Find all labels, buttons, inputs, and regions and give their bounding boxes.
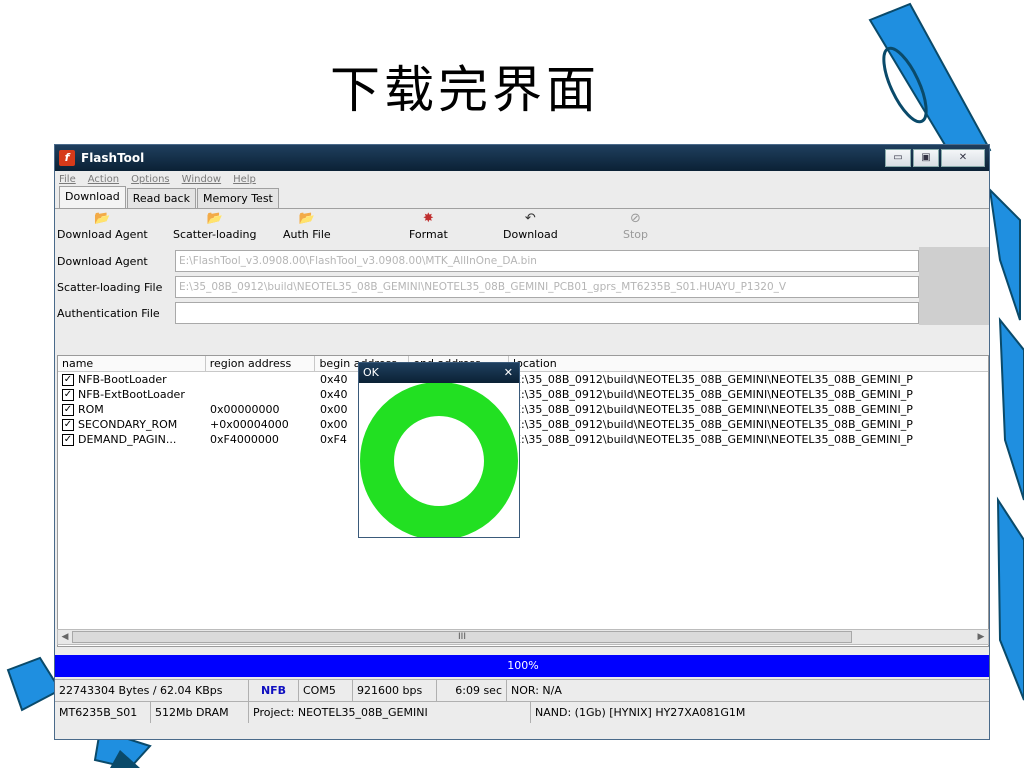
tab-download[interactable]: Download [59,186,126,208]
tab-memory-test[interactable]: Memory Test [196,188,279,208]
scroll-right-icon[interactable]: ▶ [974,630,988,644]
format-button[interactable]: ✸ Format [409,211,448,241]
open-folder-icon: 📂 [94,211,111,226]
checkbox-checked-icon[interactable]: ✓ [62,389,74,401]
menu-window[interactable]: Window [182,174,221,185]
progress-bar: 100% [55,655,989,677]
download-agent-field-label: Download Agent [57,254,148,268]
list-item[interactable]: ✓ SECONDARY_ROM +0x00004000 0x00 E:\35_08… [58,417,988,432]
item-region: 0x00000000 [210,403,280,416]
ok-dialog-titlebar[interactable]: OK ✕ [359,363,519,383]
auth-file-label: Auth File [283,228,331,241]
horizontal-scrollbar[interactable]: ◀ III ▶ [57,629,989,645]
toolbar: 📂 Download Agent 📂 Scatter-loading 📂 Aut… [55,209,989,247]
authentication-row: Authentication File [55,301,919,325]
checkbox-checked-icon[interactable]: ✓ [62,374,74,386]
column-location[interactable]: location [509,356,988,371]
item-name: NFB-BootLoader [78,373,167,386]
status-nand: NAND: (1Gb) [HYNIX] HY27XA081G1M [531,701,989,723]
status-bar-top: 22743304 Bytes / 62.04 KBps NFB COM5 921… [55,679,989,701]
stop-label: Stop [623,228,649,241]
status-project: Project: NEOTEL35_08B_GEMINI [249,701,531,723]
checkbox-checked-icon[interactable]: ✓ [62,419,74,431]
open-folder-icon: 📂 [298,211,315,226]
authentication-field-label: Authentication File [57,306,160,320]
tab-read-back[interactable]: Read back [126,188,196,208]
item-location: E:\35_08B_0912\build\NEOTEL35_08B_GEMINI… [514,433,913,446]
menu-options[interactable]: Options [131,174,170,185]
item-location: E:\35_08B_0912\build\NEOTEL35_08B_GEMINI… [514,373,913,386]
download-label: Download [503,228,558,241]
download-agent-button[interactable]: 📂 Download Agent [57,211,148,241]
scatter-loading-field[interactable]: E:\35_08B_0912\build\NEOTEL35_08B_GEMINI… [175,276,919,298]
download-button[interactable]: ↶ Download [503,211,558,241]
success-ring-icon [360,382,518,540]
item-location: E:\35_08B_0912\build\NEOTEL35_08B_GEMINI… [514,403,913,416]
list-item[interactable]: ✓ ROM 0x00000000 0x00 E:\35_08B_0912\buil… [58,402,988,417]
list-item[interactable]: ✓ NFB-BootLoader 0x40 E:\35_08B_0912\buil… [58,372,988,387]
list-header: name region address begin address end ad… [58,356,988,372]
menubar: File Action Options Window Help [55,171,989,187]
file-fields: Download Agent E:\FlashTool_v3.0908.00\F… [55,247,989,325]
menu-help[interactable]: Help [233,174,256,185]
item-name: SECONDARY_ROM [78,418,178,431]
item-name: NFB-ExtBootLoader [78,388,185,401]
item-region: 0xF4000000 [210,433,279,446]
checkbox-checked-icon[interactable]: ✓ [62,434,74,446]
flashtool-app-icon: f [59,150,75,166]
flashtool-window: f FlashTool ▭ ▣ ✕ File Action Options Wi… [54,144,990,740]
download-agent-row: Download Agent E:\FlashTool_v3.0908.00\F… [55,249,919,273]
menu-file[interactable]: File [59,174,76,185]
column-region-address[interactable]: region address [206,356,316,371]
item-location: E:\35_08B_0912\build\NEOTEL35_08B_GEMINI… [514,388,913,401]
minimize-button[interactable]: ▭ [885,149,911,167]
ok-dialog: OK ✕ [358,362,520,540]
item-name: ROM [78,403,104,416]
stop-button[interactable]: ⊘ Stop [623,211,648,241]
list-item[interactable]: ✓ DEMAND_PAGIN... 0xF4000000 0xF4 E:\35_0… [58,432,988,447]
download-icon: ↶ [524,211,536,226]
scatter-loading-field-label: Scatter-loading File [57,280,163,294]
item-name: DEMAND_PAGIN... [78,433,177,446]
stop-icon: ⊘ [630,211,641,226]
status-bar-bottom: MT6235B_S01 512Mb DRAM Project: NEOTEL35… [55,701,989,723]
status-baud-rate: 921600 bps [353,679,437,701]
status-dram: 512Mb DRAM [151,701,249,723]
status-bytes-rate: 22743304 Bytes / 62.04 KBps [55,679,249,701]
scatter-loading-button[interactable]: 📂 Scatter-loading [173,211,256,241]
status-elapsed: 6:09 sec [437,679,507,701]
status-com-port: COM5 [299,679,353,701]
fields-side-panel [919,247,989,325]
status-nfb: NFB [249,679,299,701]
close-button[interactable]: ✕ [941,149,985,167]
slide-title: 下载完界面 [330,61,600,119]
item-region: +0x00004000 [210,418,289,431]
scatter-loading-label: Scatter-loading [173,228,257,241]
open-folder-icon: 📂 [206,211,223,226]
scroll-left-icon[interactable]: ◀ [58,630,72,644]
authentication-field[interactable] [175,302,919,324]
maximize-button[interactable]: ▣ [913,149,939,167]
status-chip: MT6235B_S01 [55,701,151,723]
region-list: name region address begin address end ad… [57,355,989,647]
status-nor: NOR: N/A [507,679,989,701]
column-name[interactable]: name [58,356,206,371]
ok-dialog-close-button[interactable]: ✕ [504,363,513,383]
format-icon: ✸ [422,211,434,226]
menu-action[interactable]: Action [88,174,119,185]
scatter-loading-row: Scatter-loading File E:\35_08B_0912\buil… [55,275,919,299]
download-agent-label: Download Agent [57,228,148,241]
auth-file-button[interactable]: 📂 Auth File [283,211,331,241]
checkbox-checked-icon[interactable]: ✓ [62,404,74,416]
window-title: FlashTool [81,151,145,165]
scrollbar-thumb[interactable]: III [72,631,852,643]
format-label: Format [409,228,448,241]
list-item[interactable]: ✓ NFB-ExtBootLoader 0x40 E:\35_08B_0912\b… [58,387,988,402]
window-titlebar[interactable]: f FlashTool ▭ ▣ ✕ [55,145,989,171]
tab-bar: Download Read back Memory Test [55,186,989,209]
ok-dialog-title: OK [363,366,379,379]
download-agent-field[interactable]: E:\FlashTool_v3.0908.00\FlashTool_v3.090… [175,250,919,272]
item-location: E:\35_08B_0912\build\NEOTEL35_08B_GEMINI… [514,418,913,431]
